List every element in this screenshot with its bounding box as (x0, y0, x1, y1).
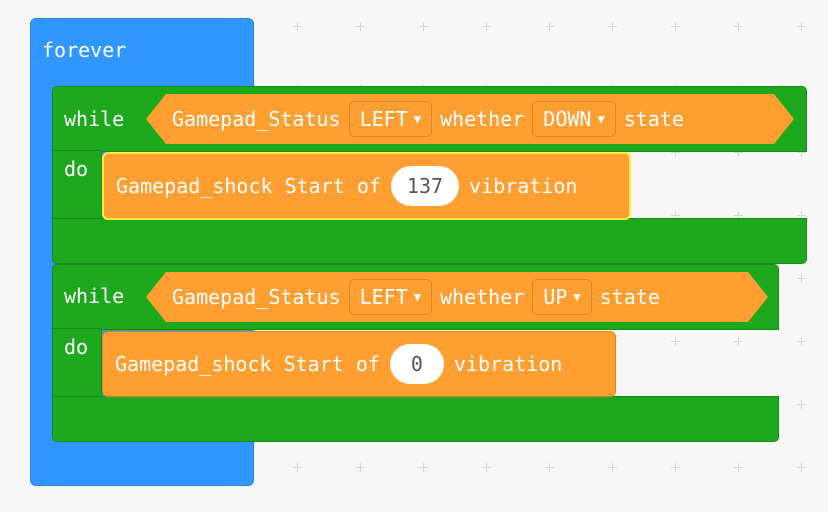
key-dropdown-value: LEFT (359, 285, 408, 309)
state-dropdown[interactable]: UP ▼ (532, 279, 591, 315)
grid-cross (419, 463, 428, 472)
grid-cross (356, 463, 365, 472)
grid-cross (734, 463, 743, 472)
grid-cross (671, 22, 680, 31)
shock-suffix: vibration (469, 174, 578, 198)
grid-cross (545, 22, 554, 31)
do-keyword: do (64, 335, 89, 359)
caret-down-icon: ▼ (413, 112, 421, 126)
state-dropdown[interactable]: DOWN ▼ (532, 101, 615, 137)
state-dropdown-value: UP (543, 285, 568, 309)
key-dropdown[interactable]: LEFT ▼ (349, 101, 432, 137)
gamepad-status-condition[interactable]: Gamepad_Status LEFT ▼ whether DOWN ▼ sta… (146, 94, 794, 144)
grid-cross (608, 463, 617, 472)
grid-cross (608, 22, 617, 31)
gamepad-shock-block[interactable]: Gamepad_shock Start of 137 vibration (102, 152, 631, 220)
grid-cross (356, 22, 365, 31)
caret-down-icon: ▼ (573, 290, 581, 304)
forever-label: forever (42, 38, 127, 62)
while-block-footer (52, 218, 807, 264)
state-label: state (599, 285, 660, 309)
shock-suffix: vibration (453, 352, 563, 376)
condition-block-label: Gamepad_Status (172, 107, 341, 131)
shock-prefix: Gamepad_shock Start of (116, 174, 381, 198)
grid-cross (734, 22, 743, 31)
grid-cross (293, 463, 302, 472)
grid-cross (797, 400, 806, 409)
while-keyword: while (64, 107, 125, 131)
key-dropdown-value: LEFT (359, 107, 408, 131)
grid-cross (797, 337, 806, 346)
gamepad-status-condition[interactable]: Gamepad_Status LEFT ▼ whether UP ▼ state (146, 272, 768, 322)
state-label: state (623, 107, 684, 131)
grid-cross (734, 337, 743, 346)
key-dropdown[interactable]: LEFT ▼ (349, 279, 432, 315)
do-keyword: do (64, 157, 89, 181)
grid-cross (293, 22, 302, 31)
grid-cross (482, 22, 491, 31)
while-block-footer (52, 396, 779, 442)
grid-cross (797, 274, 806, 283)
vibration-value-input[interactable]: 137 (390, 166, 460, 206)
while-keyword: while (64, 284, 125, 308)
grid-cross (797, 463, 806, 472)
whether-label: whether (439, 285, 525, 309)
condition-block-label: Gamepad_Status (172, 285, 341, 309)
grid-cross (419, 22, 428, 31)
shock-prefix: Gamepad_shock Start of (115, 352, 380, 376)
grid-cross (545, 463, 554, 472)
grid-cross (797, 22, 806, 31)
state-dropdown-value: DOWN (543, 107, 592, 131)
caret-down-icon: ▼ (597, 112, 605, 126)
grid-cross (671, 337, 680, 346)
vibration-value-input[interactable]: 0 (389, 344, 444, 384)
caret-down-icon: ▼ (413, 290, 421, 304)
whether-label: whether (439, 107, 525, 131)
grid-cross (671, 463, 680, 472)
gamepad-shock-block[interactable]: Gamepad_shock Start of 0 vibration (102, 331, 616, 397)
grid-cross (482, 463, 491, 472)
